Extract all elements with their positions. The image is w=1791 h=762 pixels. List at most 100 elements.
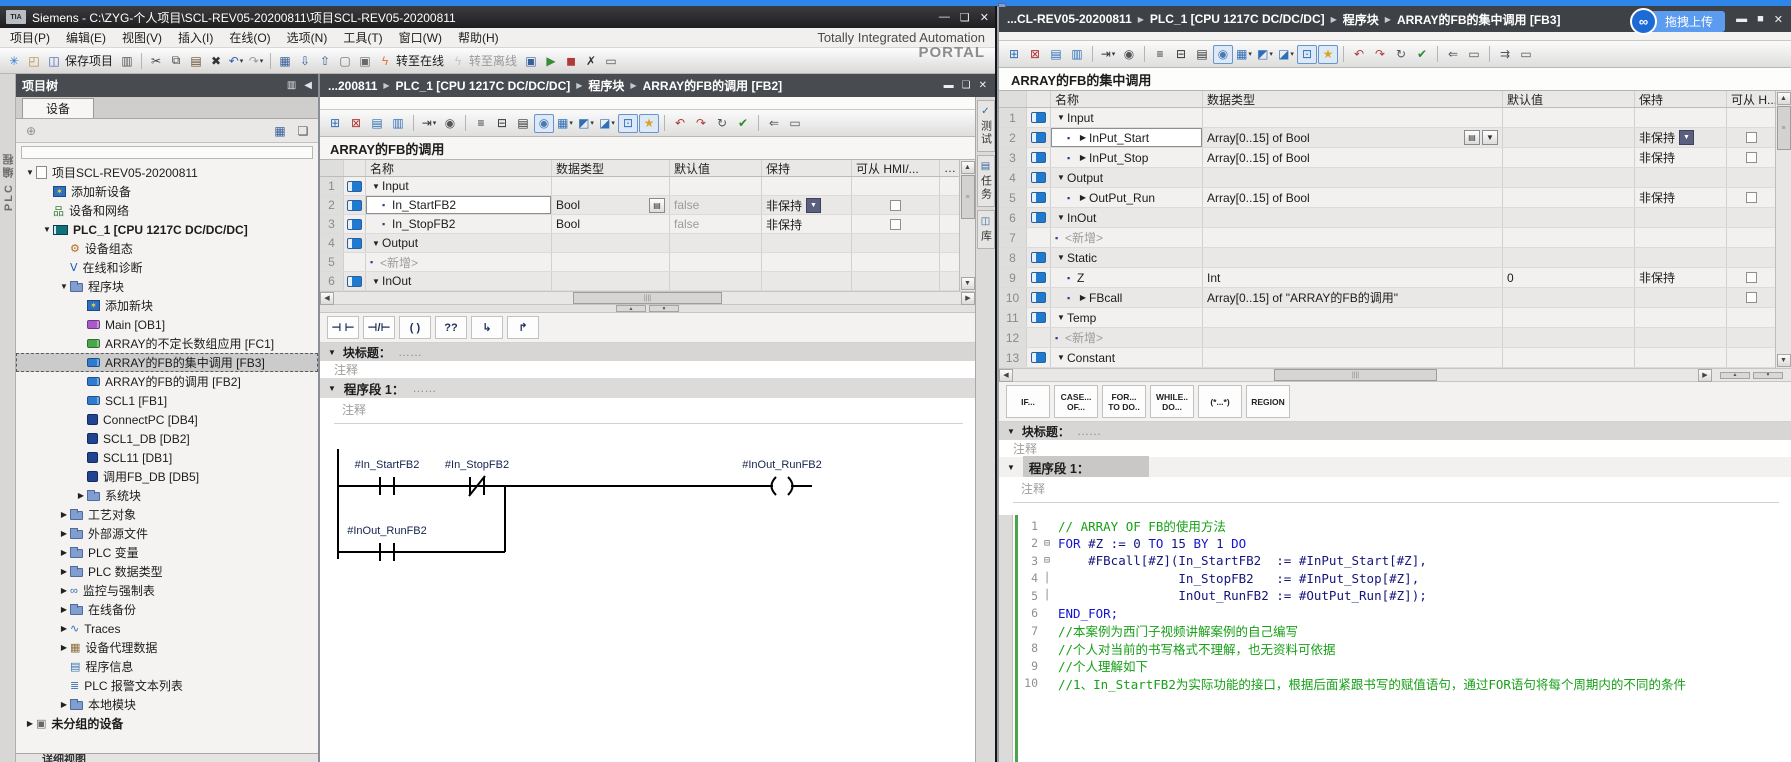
tree-item-PLC-数据类型[interactable]: ▶PLC 数据类型 xyxy=(16,562,318,581)
retain-cell[interactable]: 非保持 xyxy=(1635,188,1727,207)
consistency-check-icon[interactable]: ✔ xyxy=(733,114,753,133)
drag-upload-button[interactable]: 拖拽上传 xyxy=(1651,11,1725,32)
table-row-12[interactable]: 12▪<新增> xyxy=(999,328,1791,348)
monitor-icon[interactable]: ▦▾ xyxy=(1234,45,1254,64)
tree-item-程序信息[interactable]: ▤程序信息 xyxy=(16,657,318,676)
tree-expander-icon[interactable]: ▶ xyxy=(75,491,87,500)
menu-item-1[interactable]: 编辑(E) xyxy=(66,29,106,46)
tree-item-SCL1--FB1-[interactable]: SCL1 [FB1] xyxy=(16,391,318,410)
start-cpu-icon[interactable]: ▢ xyxy=(335,51,355,70)
table-row-8[interactable]: 8▼Static xyxy=(999,248,1791,268)
go-online-button[interactable]: ϟ xyxy=(375,51,395,70)
array-expander-icon[interactable]: ▶ xyxy=(1077,293,1089,302)
network-1-header[interactable]: ▼ 程序段 1： xyxy=(999,457,1791,477)
update-block-calls-icon[interactable]: ↻ xyxy=(1391,45,1411,64)
online-diagnostics-icon[interactable]: ▣ xyxy=(521,51,541,70)
editor-crumb-3[interactable]: ARRAY的FB的调用 [FB2] xyxy=(643,77,783,94)
tree-item-设备代理数据[interactable]: ▶▦设备代理数据 xyxy=(16,638,318,657)
load-values-icon-dropdown[interactable]: ▾ xyxy=(611,119,615,127)
save-project-button[interactable]: ◫ xyxy=(44,51,64,70)
tree-item-添加新设备[interactable]: ✶添加新设备 xyxy=(16,182,318,201)
add-row-icon[interactable]: ▤ xyxy=(1046,45,1066,64)
tree-expander-icon[interactable]: ▶ xyxy=(58,510,70,519)
call-environment-icon[interactable]: ↶ xyxy=(1349,45,1369,64)
list-view-icon[interactable]: ▦ xyxy=(270,121,290,140)
undo-icon-dropdown[interactable]: ▾ xyxy=(240,57,244,65)
retain-cell[interactable] xyxy=(1635,228,1727,247)
col-header-4[interactable]: 可从 H... xyxy=(1727,91,1775,107)
hmi-checkbox[interactable] xyxy=(1746,132,1757,143)
tree-item-在线和诊断[interactable]: Ⅴ在线和诊断 xyxy=(16,258,318,277)
datatype-cell[interactable] xyxy=(1203,168,1503,187)
monitor-icon-dropdown[interactable]: ▾ xyxy=(569,119,573,127)
retain-cell[interactable] xyxy=(1635,208,1727,227)
menu-item-2[interactable]: 视图(V) xyxy=(122,29,162,46)
datatype-cell[interactable] xyxy=(552,234,670,252)
network-title-placeholder[interactable]: …… xyxy=(412,381,436,395)
collapse-panel-icon[interactable]: ◀ xyxy=(304,80,312,91)
close-branch-icon[interactable]: ↱ xyxy=(507,316,539,339)
floating-crumb-2[interactable]: 程序块 xyxy=(1343,11,1379,28)
add-row-icon[interactable]: ▤ xyxy=(367,114,387,133)
interface-vscrollbar[interactable]: ▲≡▼ xyxy=(1775,91,1791,368)
empty-box-icon[interactable]: ?? xyxy=(435,316,467,339)
name-cell[interactable]: ▪▶InPut_Start xyxy=(1051,128,1203,147)
tree-item-程序块[interactable]: ▼程序块 xyxy=(16,277,318,296)
tree-item-SCL1_DB--DB2-[interactable]: SCL1_DB [DB2] xyxy=(16,429,318,448)
retain-cell[interactable] xyxy=(762,234,852,252)
hmi-checkbox[interactable] xyxy=(1746,192,1757,203)
insert-line-icon-dropdown[interactable]: ▾ xyxy=(1112,50,1116,58)
table-row-2[interactable]: 2▪▶InPut_StartArray[0..15] of Bool▤▼非保持▼ xyxy=(999,128,1791,148)
section-expander-icon[interactable]: ▼ xyxy=(370,277,382,286)
section-expander-icon[interactable]: ▼ xyxy=(1055,353,1067,362)
tree-item-本地模块[interactable]: ▶本地模块 xyxy=(16,695,318,714)
default-value-cell[interactable] xyxy=(1503,308,1635,327)
go-offline-button[interactable]: ϟ xyxy=(448,51,468,70)
table-row-13[interactable]: 13▼Constant xyxy=(999,348,1791,368)
default-value-cell[interactable] xyxy=(670,253,762,271)
default-value-cell[interactable] xyxy=(1503,108,1635,127)
fold-marker-icon[interactable]: │ xyxy=(1044,573,1058,584)
load-values-icon[interactable]: ◪▾ xyxy=(597,114,617,133)
comments-icon[interactable]: ◉ xyxy=(534,114,554,133)
save-project-button-label[interactable]: 保存项目 xyxy=(65,52,113,69)
datatype-cell[interactable]: Array[0..15] of "ARRAY的FB的调用" xyxy=(1203,288,1503,307)
table-row-5[interactable]: 5▪<新增> xyxy=(320,253,975,272)
hmi-checkbox[interactable] xyxy=(1746,152,1757,163)
tree-expander-icon[interactable]: ▼ xyxy=(58,282,70,291)
menu-item-8[interactable]: 帮助(H) xyxy=(458,29,499,46)
tree-expander-icon[interactable]: ▶ xyxy=(58,548,70,557)
table-row-6[interactable]: 6▼InOut xyxy=(999,208,1791,228)
update-block-calls-icon[interactable]: ↻ xyxy=(712,114,732,133)
section-expander-icon[interactable]: ▼ xyxy=(1055,253,1067,262)
table-row-5[interactable]: 5▪▶OutPut_RunArray[0..15] of Bool非保持 xyxy=(999,188,1791,208)
load-values-icon[interactable]: ◪▾ xyxy=(1276,45,1296,64)
retain-limits-icon[interactable]: ⊡ xyxy=(1297,45,1317,64)
default-value-cell[interactable]: false xyxy=(670,196,762,214)
table-row-11[interactable]: 11▼Temp xyxy=(999,308,1791,328)
splitter-down-icon[interactable]: ▼ xyxy=(649,305,679,312)
nc-contact-icon[interactable]: ⊣/⊢ xyxy=(363,316,395,339)
fold-marker-icon[interactable]: ⊟ xyxy=(1044,538,1058,549)
default-value-cell[interactable] xyxy=(1503,348,1635,367)
default-value-cell[interactable] xyxy=(1503,288,1635,307)
name-cell[interactable]: ▼InOut xyxy=(366,272,552,290)
block-title-row[interactable]: ▼ 块标题： …… xyxy=(999,422,1791,440)
consistency-check-icon[interactable]: ✔ xyxy=(1412,45,1432,64)
task-card-libraries[interactable]: ◫库 xyxy=(977,210,995,249)
datatype-cell[interactable] xyxy=(552,177,670,195)
hmi-checkbox[interactable] xyxy=(890,200,901,211)
tree-item-项目SCL-REV05-20200811[interactable]: ▼项目SCL-REV05-20200811 xyxy=(16,163,318,182)
floating-crumb-1[interactable]: PLC_1 [CPU 1217C DC/DC/DC] xyxy=(1150,12,1325,26)
default-value-cell[interactable] xyxy=(1503,248,1635,267)
open-project-icon[interactable]: ◰ xyxy=(24,51,44,70)
datatype-cell[interactable]: Array[0..15] of Bool xyxy=(1203,148,1503,167)
copy-icon[interactable]: ⧉ xyxy=(166,51,186,70)
coil-icon[interactable]: ( ) xyxy=(399,316,431,339)
tree-item-PLC_1--CPU-1217C-DC/DC/DC-[interactable]: ▼PLC_1 [CPU 1217C DC/DC/DC] xyxy=(16,220,318,239)
outline-icon[interactable]: ▤ xyxy=(513,114,533,133)
stop-simulation-icon[interactable]: ◼ xyxy=(561,51,581,70)
editor-options-icon[interactable]: ▭ xyxy=(1464,45,1484,64)
tree-expander-icon[interactable]: ▼ xyxy=(41,225,53,234)
task-card-tasks[interactable]: ▤任务 xyxy=(977,155,995,207)
